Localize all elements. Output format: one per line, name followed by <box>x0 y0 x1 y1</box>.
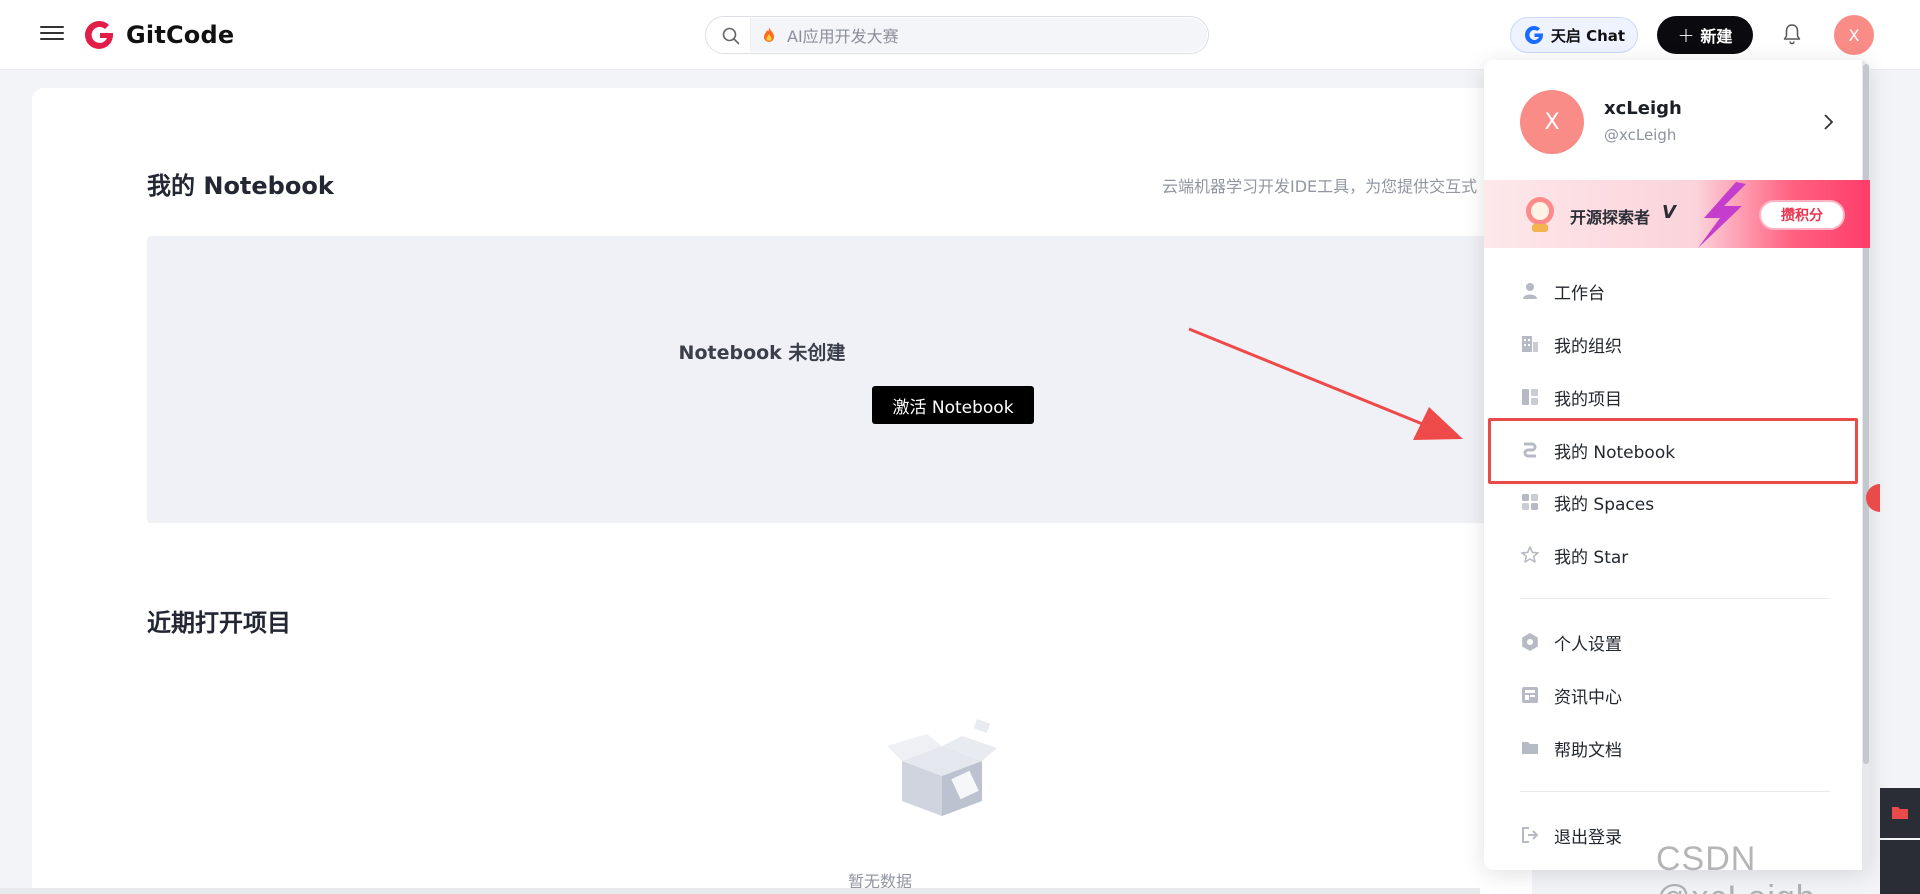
main-content: 我的 Notebook 云端机器学习开发IDE工具，为您提供交互式 Notebo… <box>32 88 1532 894</box>
menu-item-notebook[interactable]: 我的 Notebook <box>1520 430 1820 470</box>
tianqi-chat-label: 天启 Chat <box>1550 26 1626 45</box>
news-icon <box>1522 687 1538 703</box>
user-dropdown-menu: X xcLeigh @xcLeigh 开源探索者 V 攒积分 工作台 我的组织 … <box>1484 60 1870 870</box>
star-icon <box>1521 546 1539 563</box>
menu-label: 我的 Star <box>1554 547 1629 568</box>
lightning-icon <box>1698 182 1746 248</box>
menu-label: 退出登录 <box>1554 827 1622 848</box>
menu-label: 工作台 <box>1554 283 1605 304</box>
menu-item-star[interactable]: 我的 Star <box>1520 535 1820 575</box>
new-button[interactable]: + 新建 <box>1657 16 1753 54</box>
notebook-empty-text: Notebook 未创建 <box>678 342 846 364</box>
tianqi-chat-button[interactable]: 天启 Chat <box>1510 17 1638 53</box>
organization-icon <box>1522 336 1538 352</box>
right-toolbar-button[interactable] <box>1880 788 1920 838</box>
bell-icon[interactable] <box>1780 22 1804 46</box>
activate-notebook-button[interactable]: 激活 Notebook <box>872 386 1034 424</box>
menu-item-organizations[interactable]: 我的组织 <box>1520 324 1820 364</box>
spaces-icon <box>1522 494 1538 510</box>
plus-icon: + <box>1677 23 1695 47</box>
menu-item-projects[interactable]: 我的项目 <box>1520 377 1820 417</box>
menu-item-help[interactable]: 帮助文档 <box>1520 728 1820 768</box>
banner-title: 开源探索者 <box>1570 208 1651 227</box>
project-icon <box>1522 389 1538 405</box>
user-avatar[interactable]: X <box>1834 15 1874 55</box>
tianqi-logo-icon <box>1524 26 1543 44</box>
profile-avatar: X <box>1520 90 1584 154</box>
folder-icon <box>1892 807 1908 819</box>
folder-icon <box>1522 742 1538 754</box>
new-button-label: 新建 <box>1700 27 1733 46</box>
banner-level: V <box>1662 202 1676 223</box>
menu-item-workbench[interactable]: 工作台 <box>1520 271 1820 311</box>
menu-label: 个人设置 <box>1554 634 1622 655</box>
menu-divider <box>1520 791 1830 792</box>
logo-text: GitCode <box>126 21 235 49</box>
menu-divider <box>1520 598 1830 599</box>
menu-label: 我的组织 <box>1554 336 1622 357</box>
search-placeholder: AI应用开发大赛 <box>787 27 899 46</box>
gitcode-logo[interactable]: GitCode <box>82 17 234 53</box>
dropdown-scroll-thumb[interactable] <box>1863 64 1869 764</box>
fire-icon <box>764 27 774 42</box>
menu-item-spaces[interactable]: 我的 Spaces <box>1520 482 1820 522</box>
medal-icon <box>1526 197 1554 232</box>
profile-handle: @xcLeigh <box>1604 126 1677 144</box>
notebook-panel <box>147 236 1532 523</box>
menu-hamburger-icon[interactable] <box>40 22 64 46</box>
horizontal-scrollbar[interactable] <box>0 888 1480 894</box>
search-bar[interactable]: AI应用开发大赛 <box>705 16 1209 54</box>
profile-name: xcLeigh <box>1604 98 1682 119</box>
menu-label: 我的 Spaces <box>1554 494 1655 515</box>
menu-item-settings[interactable]: 个人设置 <box>1520 622 1820 662</box>
explorer-banner[interactable]: 开源探索者 V 攒积分 <box>1484 180 1870 248</box>
notebook-icon <box>1523 442 1537 458</box>
menu-label: 资讯中心 <box>1554 687 1622 708</box>
search-icon[interactable] <box>722 27 740 45</box>
chevron-right-icon <box>1824 114 1834 130</box>
logout-icon <box>1522 827 1539 843</box>
menu-label: 我的项目 <box>1554 389 1622 410</box>
recent-projects-title: 近期打开项目 <box>147 609 291 637</box>
empty-box-icon <box>887 718 997 816</box>
gear-icon <box>1522 633 1538 651</box>
menu-label: 我的 Notebook <box>1554 442 1676 463</box>
watermark: CSDN @xcLeigh <box>1656 840 1815 894</box>
notebook-title: 我的 Notebook <box>147 172 334 200</box>
search-input[interactable]: AI应用开发大赛 <box>751 18 1207 52</box>
earn-points-button[interactable]: 攒积分 <box>1759 200 1845 230</box>
menu-label: 帮助文档 <box>1554 740 1622 761</box>
profile-card[interactable]: X xcLeigh @xcLeigh <box>1520 90 1840 154</box>
person-icon <box>1523 283 1537 299</box>
gitcode-logo-icon <box>85 20 113 49</box>
notebook-description: 云端机器学习开发IDE工具，为您提供交互式 <box>1162 177 1478 196</box>
menu-item-news[interactable]: 资讯中心 <box>1520 675 1820 715</box>
